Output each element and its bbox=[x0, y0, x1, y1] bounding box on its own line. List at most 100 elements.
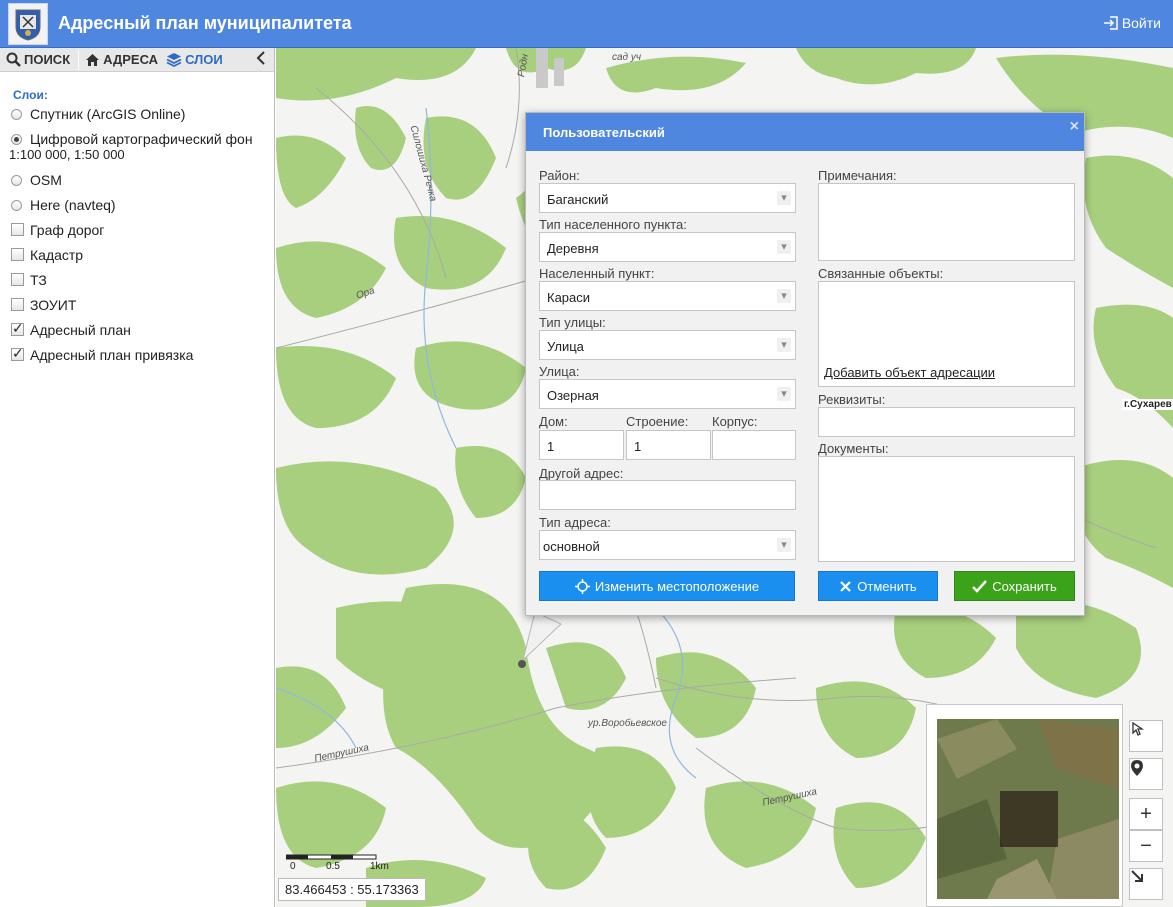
save-label: Сохранить bbox=[992, 578, 1057, 594]
dialog-header: Пользовательский × bbox=[526, 113, 1084, 151]
checkmark-icon bbox=[972, 579, 988, 593]
tab-layers-label: СЛОИ bbox=[185, 52, 223, 67]
layer-address-plan-binding[interactable]: Адресный план привязка bbox=[0, 345, 274, 363]
documents-box[interactable] bbox=[818, 456, 1075, 562]
layer-tz[interactable]: ТЗ bbox=[0, 272, 274, 288]
notes-label: Примечания: bbox=[818, 168, 897, 183]
scale-tick-0: 0 bbox=[290, 861, 296, 872]
app-header: Адресный план муниципалитета Войти bbox=[0, 0, 1173, 48]
search-icon bbox=[6, 52, 21, 67]
layer-radio[interactable] bbox=[11, 200, 22, 211]
home-icon bbox=[86, 53, 100, 66]
layer-here[interactable]: Here (navteq) bbox=[0, 197, 274, 213]
layer-label: Кадастр bbox=[30, 247, 84, 263]
change-location-label: Изменить местоположение bbox=[594, 578, 760, 594]
layer-satellite[interactable]: Спутник (ArcGIS Online) bbox=[0, 106, 274, 122]
dialog-pointer bbox=[518, 612, 562, 668]
cancel-button[interactable]: Отменить bbox=[818, 571, 938, 601]
layer-checkbox[interactable] bbox=[11, 223, 24, 236]
layer-checkbox[interactable] bbox=[11, 345, 24, 361]
building-label: Строение: bbox=[626, 414, 689, 429]
layer-radio[interactable] bbox=[11, 175, 22, 186]
login-label: Войти bbox=[1121, 15, 1161, 31]
layer-label: Граф дорог bbox=[30, 222, 105, 238]
layer-address-plan[interactable]: Адресный план bbox=[0, 320, 274, 338]
dialog-title: Пользовательский bbox=[543, 125, 665, 140]
district-label: Район: bbox=[539, 168, 580, 183]
overview-extent-box[interactable] bbox=[1000, 791, 1058, 847]
layer-checkbox[interactable] bbox=[11, 320, 24, 336]
layer-road-graph[interactable]: Граф дорог bbox=[0, 222, 274, 238]
coat-of-arms-logo bbox=[8, 3, 48, 45]
scale-tick-1km: 1km bbox=[370, 861, 389, 872]
layer-label: Адресный план bbox=[30, 322, 131, 338]
notes-textarea[interactable] bbox=[818, 183, 1075, 261]
map-label-sukh: г.Сухарев bbox=[1122, 399, 1173, 410]
address-type-select[interactable]: основной bbox=[539, 530, 796, 560]
close-icon[interactable]: × bbox=[1070, 118, 1079, 136]
sidebar-tabs: ПОИСК АДРЕСА СЛОИ bbox=[0, 48, 274, 72]
house-input[interactable]: 1 bbox=[539, 430, 624, 460]
layers-title: Слои: bbox=[13, 88, 48, 102]
layer-checkbox[interactable] bbox=[11, 248, 24, 261]
address-type-label: Тип адреса: bbox=[539, 515, 611, 530]
scale-tick-half: 0.5 bbox=[326, 861, 340, 872]
login-icon bbox=[1103, 16, 1118, 30]
overview-map[interactable] bbox=[926, 704, 1123, 907]
expand-arrow-icon[interactable] bbox=[1129, 868, 1163, 900]
layer-radio[interactable] bbox=[11, 109, 22, 120]
layer-checkbox[interactable] bbox=[11, 273, 24, 286]
block-input[interactable] bbox=[712, 430, 796, 460]
other-address-label: Другой адрес: bbox=[539, 466, 624, 481]
related-objects-label: Связанные объекты: bbox=[818, 266, 944, 281]
street-select[interactable]: Озерная bbox=[539, 379, 796, 409]
map-label-sad: сад уч bbox=[612, 52, 642, 63]
layer-label: Адресный план привязка bbox=[30, 347, 194, 363]
map-label-vorob: ур.Воробьевское bbox=[588, 718, 667, 729]
layer-label: ЗОУИТ bbox=[30, 297, 77, 313]
requisites-input[interactable] bbox=[818, 407, 1075, 437]
layer-sublabel: 1:100 000, 1:50 000 bbox=[9, 147, 125, 162]
collapse-sidebar-icon[interactable] bbox=[256, 50, 266, 71]
zoom-out-icon[interactable]: − bbox=[1129, 830, 1163, 862]
zoom-in-icon[interactable]: + bbox=[1129, 798, 1163, 830]
house-label: Дом: bbox=[539, 414, 568, 429]
crosshair-icon bbox=[574, 578, 590, 594]
tab-search-label: ПОИСК bbox=[24, 52, 71, 67]
scale-bar: 0 0.5 1km bbox=[286, 852, 389, 872]
layer-osm[interactable]: OSM bbox=[0, 172, 274, 188]
close-icon bbox=[840, 580, 852, 592]
save-button[interactable]: Сохранить bbox=[954, 571, 1075, 601]
settlement-label: Населенный пункт: bbox=[539, 266, 655, 281]
street-type-label: Тип улицы: bbox=[539, 315, 606, 330]
login-button[interactable]: Войти bbox=[1103, 15, 1161, 31]
layer-label: Спутник (ArcGIS Online) bbox=[30, 106, 186, 122]
overview-satellite-image[interactable] bbox=[937, 719, 1119, 899]
other-address-input[interactable] bbox=[539, 480, 796, 510]
settlement-type-label: Тип населенного пункта: bbox=[539, 217, 687, 232]
tab-addresses[interactable]: АДРЕСА bbox=[85, 52, 166, 67]
sidebar: ПОИСК АДРЕСА СЛОИ Слои: Спутник (ArcGIS … bbox=[0, 48, 275, 907]
location-marker-icon[interactable] bbox=[1129, 758, 1163, 790]
app-title: Адресный план муниципалитета bbox=[58, 13, 352, 33]
layer-label: ТЗ bbox=[30, 272, 47, 288]
street-type-select[interactable]: Улица bbox=[539, 330, 796, 360]
settlement-select[interactable]: Караси bbox=[539, 281, 796, 311]
tab-layers[interactable]: СЛОИ bbox=[166, 52, 231, 67]
layer-radio[interactable] bbox=[11, 134, 22, 145]
add-address-object-link[interactable]: Добавить объект адресации bbox=[824, 365, 995, 380]
change-location-button[interactable]: Изменить местоположение bbox=[539, 571, 795, 601]
settlement-type-select[interactable]: Деревня bbox=[539, 232, 796, 262]
layer-label: OSM bbox=[30, 172, 62, 188]
layer-checkbox[interactable] bbox=[11, 298, 24, 311]
building-input[interactable]: 1 bbox=[626, 430, 711, 460]
tab-search[interactable]: ПОИСК bbox=[6, 52, 78, 67]
district-select[interactable]: Баганский bbox=[539, 183, 796, 213]
layer-digital-map[interactable]: Цифровой картографический фон 1:100 000,… bbox=[0, 131, 274, 163]
layer-cadastre[interactable]: Кадастр bbox=[0, 247, 274, 263]
cancel-label: Отменить bbox=[857, 578, 917, 594]
requisites-label: Реквизиты: bbox=[818, 392, 886, 407]
layer-label: Here (navteq) bbox=[30, 197, 116, 213]
layer-zouit[interactable]: ЗОУИТ bbox=[0, 297, 274, 313]
identify-cursor-icon[interactable] bbox=[1129, 720, 1163, 752]
